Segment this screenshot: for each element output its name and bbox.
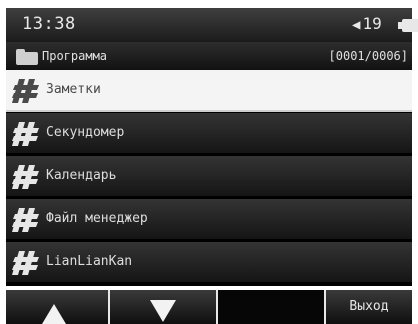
list-item-label: Секундомер [46, 125, 125, 140]
exit-button[interactable]: Выход [326, 290, 412, 324]
device-screen: 13:38 ◀ 19 Программа [0001/0006] Заметки … [0, 0, 418, 324]
list-item-label: Календарь [46, 168, 117, 183]
list-item[interactable]: Календарь [6, 156, 412, 198]
battery-icon [398, 19, 418, 32]
path-bar: Программа [0001/0006] [6, 42, 412, 70]
program-list: Заметки Секундомер Календарь Файл менедж… [6, 70, 412, 286]
item-counter: [0001/0006] [328, 49, 408, 63]
exit-label: Выход [349, 299, 389, 314]
list-item-label: Заметки [46, 82, 101, 97]
app-icon [12, 79, 39, 103]
volume-level: 19 [362, 14, 382, 33]
clock-time: 13:38 [22, 14, 76, 34]
volume-indicator: ◀ 19 [352, 14, 382, 33]
empty-softkey [218, 290, 324, 324]
app-icon [12, 208, 39, 232]
list-item-label: LianLianKan [46, 254, 133, 269]
speaker-icon: ◀ [352, 17, 361, 33]
app-icon [12, 122, 39, 146]
app-icon [12, 165, 39, 189]
arrow-down-icon [150, 300, 176, 322]
scroll-down-button[interactable] [110, 290, 216, 324]
list-item-label: Файл менеджер [46, 211, 148, 226]
list-item[interactable]: Файл менеджер [6, 199, 412, 241]
softkey-bar: Выход [6, 290, 412, 324]
list-item[interactable]: Секундомер [6, 113, 412, 155]
status-bar: 13:38 ◀ 19 [6, 8, 418, 42]
folder-icon [16, 49, 38, 65]
app-icon [12, 251, 39, 275]
folder-title: Программа [42, 49, 108, 63]
scroll-up-button[interactable] [6, 290, 108, 324]
list-item[interactable]: LianLianKan [6, 242, 412, 284]
list-item[interactable]: Заметки [6, 70, 412, 112]
arrow-up-icon [42, 304, 66, 324]
